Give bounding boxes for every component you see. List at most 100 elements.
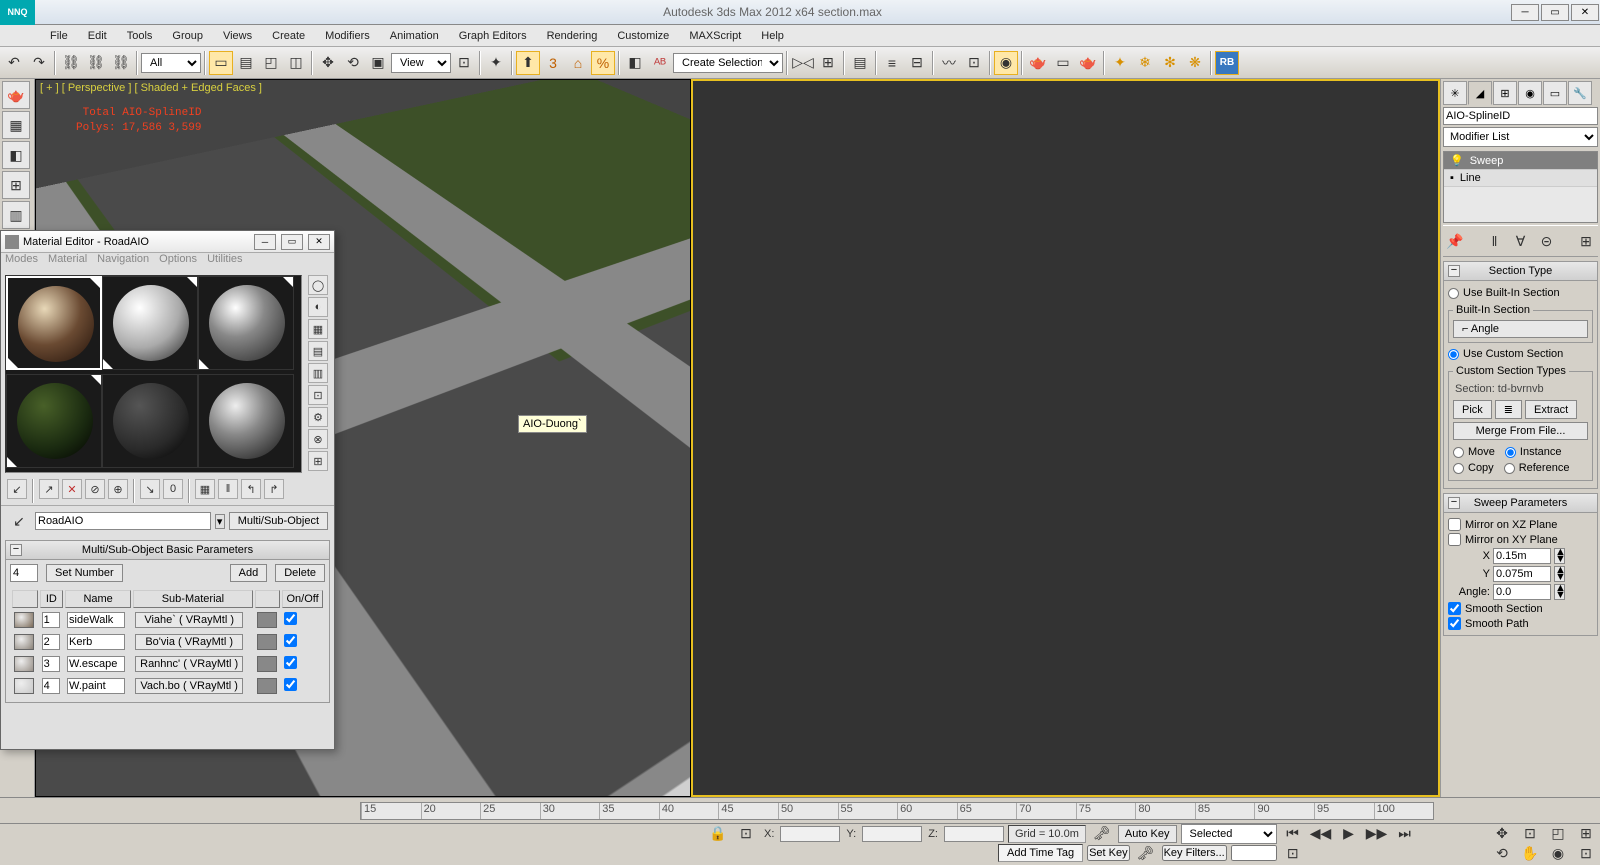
goto-end-icon[interactable]: ⏭ (1393, 822, 1417, 846)
angle-snap-button[interactable]: 3 (541, 51, 565, 75)
id-input[interactable] (42, 634, 60, 650)
select-by-mat-button[interactable]: ⊗ (308, 429, 328, 449)
show-end-button[interactable]: ‖ (218, 479, 238, 499)
onoff-check[interactable] (284, 678, 297, 691)
smooth-section-check[interactable]: Smooth Section (1448, 601, 1593, 616)
mirror-xy-check[interactable]: Mirror on XY Plane (1448, 532, 1593, 547)
material-slots[interactable] (5, 275, 302, 473)
lock-icon[interactable]: 🔒 (706, 822, 730, 846)
material-slot-5[interactable] (102, 374, 198, 468)
material-type-button[interactable]: Multi/Sub-Object (229, 512, 328, 530)
named-selection-dropdown[interactable]: Create Selection Se (673, 53, 783, 73)
layer-manager-button[interactable]: ⊟ (905, 51, 929, 75)
video-color-button[interactable]: ▥ (308, 363, 328, 383)
rb-button[interactable]: RB (1215, 51, 1239, 75)
display-swatch[interactable] (257, 656, 277, 672)
menu-create[interactable]: Create (262, 27, 315, 45)
name-input[interactable] (67, 634, 125, 650)
array-button[interactable]: ⊞ (816, 51, 840, 75)
show-end-button[interactable]: ‖ (1483, 229, 1507, 253)
material-slot-3[interactable] (198, 276, 294, 370)
matlib-button[interactable]: ⊞ (308, 451, 328, 471)
backlight-button[interactable]: ◐ (308, 297, 328, 317)
material-editor-button[interactable]: ◉ (994, 51, 1018, 75)
menu-animation[interactable]: Animation (380, 27, 449, 45)
select-rect-button[interactable]: ◰ (259, 51, 283, 75)
create-tab[interactable]: ✳ (1443, 81, 1467, 105)
sample-uv-button[interactable]: ▤ (308, 341, 328, 361)
submaterial-button[interactable]: Ranhnc' ( VRayMtl ) (135, 656, 243, 672)
particle3-button[interactable]: ✻ (1158, 51, 1182, 75)
menu-views[interactable]: Views (213, 27, 262, 45)
angle-spinner[interactable]: ▲▼ (1554, 584, 1565, 600)
menu-modifiers[interactable]: Modifiers (315, 27, 380, 45)
col-sub[interactable]: Sub-Material (133, 590, 252, 608)
nav8-icon[interactable]: ⊡ (1574, 841, 1598, 865)
onoff-check[interactable] (284, 656, 297, 669)
mtl-id-button[interactable]: 0 (163, 479, 183, 499)
name-input[interactable] (67, 656, 125, 672)
rotate-button[interactable]: ⟲ (341, 51, 365, 75)
setkey-button[interactable]: Set Key (1087, 845, 1130, 861)
col-onoff[interactable]: On/Off (282, 590, 323, 608)
builtin-radio[interactable]: Use Built-In Section (1448, 285, 1593, 301)
display-tab[interactable]: ▭ (1543, 81, 1567, 105)
put-to-scene-button[interactable]: ↗ (39, 479, 59, 499)
y-coord-input[interactable] (862, 826, 922, 842)
menu-edit[interactable]: Edit (78, 27, 117, 45)
motion-tab[interactable]: ◉ (1518, 81, 1542, 105)
material-slot-2[interactable] (102, 276, 198, 370)
delete-button[interactable]: Delete (275, 564, 325, 582)
layers-button[interactable]: ≡ (880, 51, 904, 75)
next-frame-icon[interactable]: ▶▶ (1365, 822, 1389, 846)
autokey-button[interactable]: Auto Key (1118, 825, 1177, 843)
select-object-button[interactable]: ▭ (209, 51, 233, 75)
keyfilters-button[interactable]: Key Filters... (1162, 845, 1227, 861)
unique-button[interactable]: ∀ (1509, 229, 1533, 253)
particle2-button[interactable]: ❄ (1133, 51, 1157, 75)
me-menu-utilities[interactable]: Utilities (207, 253, 242, 271)
submaterial-button[interactable]: Viahe` ( VRayMtl ) (135, 612, 243, 628)
rollout-header[interactable]: Sweep Parameters (1444, 494, 1597, 513)
reset-button[interactable]: ⊘ (85, 479, 105, 499)
name-input[interactable] (67, 612, 125, 628)
align-icon-button[interactable]: ≣ (1495, 400, 1522, 419)
col-name[interactable]: Name (65, 590, 131, 608)
extract-button[interactable]: Extract (1525, 400, 1577, 419)
pin-stack-button[interactable]: 📌 (1443, 229, 1467, 253)
tool1-icon[interactable]: ▦ (2, 111, 30, 139)
menu-group[interactable]: Group (162, 27, 213, 45)
color-swatch[interactable] (14, 678, 34, 694)
mirror-xz-check[interactable]: Mirror on XZ Plane (1448, 517, 1593, 532)
instance-radio[interactable]: Instance (1505, 444, 1562, 460)
modify-tab[interactable]: ◢ (1468, 81, 1492, 105)
add-button[interactable]: Add (230, 564, 268, 582)
make-copy-button[interactable]: ⊕ (108, 479, 128, 499)
selection-filter-dropdown[interactable]: All (141, 53, 201, 73)
minimize-button[interactable]: ─ (254, 234, 276, 250)
add-time-tag[interactable]: Add Time Tag (998, 844, 1083, 862)
z-coord-input[interactable] (944, 826, 1004, 842)
render-setup-button[interactable]: 🫖 (1026, 51, 1050, 75)
play-icon[interactable]: ▶ (1337, 822, 1361, 846)
viewport-label[interactable]: [ + ] [ Perspective ] [ Shaded + Edged F… (40, 82, 262, 94)
nav5-icon[interactable]: ⟲ (1490, 841, 1514, 865)
onoff-check[interactable] (284, 634, 297, 647)
maximize-button[interactable]: ▭ (281, 234, 303, 250)
col-id[interactable]: ID (40, 590, 63, 608)
object-name-input[interactable] (1443, 107, 1598, 125)
pick-mat-icon[interactable]: ↙ (7, 509, 31, 533)
material-slot-4[interactable] (6, 374, 102, 468)
id-input[interactable] (42, 678, 60, 694)
link-button[interactable]: ⛓ (59, 51, 83, 75)
key-icon[interactable]: 🗝 (1090, 822, 1114, 846)
named-sel-button[interactable]: ◧ (623, 51, 647, 75)
stack-item-sweep[interactable]: 💡Sweep (1444, 152, 1597, 170)
menu-rendering[interactable]: Rendering (537, 27, 608, 45)
material-slot-6[interactable] (198, 374, 294, 468)
put-to-lib-button[interactable]: ↘ (140, 479, 160, 499)
x-offset-input[interactable] (1493, 548, 1551, 564)
pivot-button[interactable]: ⊡ (452, 51, 476, 75)
menu-customize[interactable]: Customize (607, 27, 679, 45)
id-input[interactable] (42, 612, 60, 628)
